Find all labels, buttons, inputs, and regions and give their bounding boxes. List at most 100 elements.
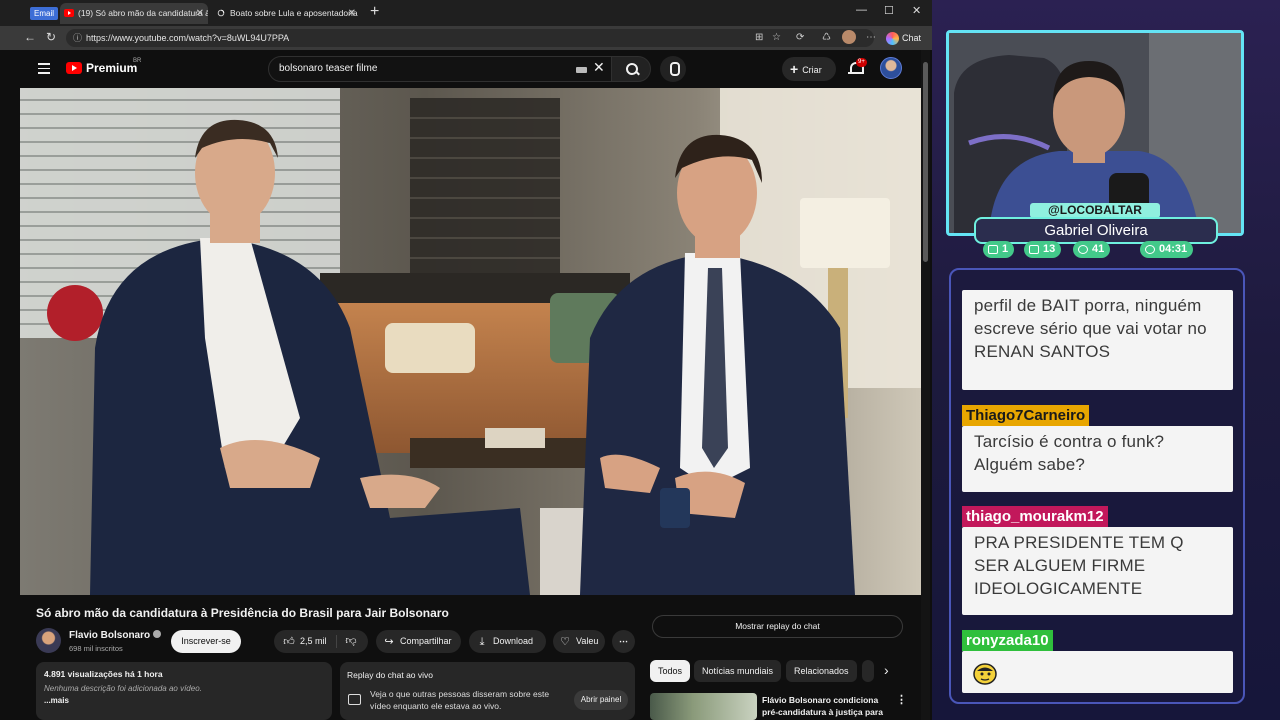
clear-search-icon[interactable]: ✕ [593,59,605,76]
copilot-chat-button[interactable]: Chat [886,30,921,46]
url-text: https://www.youtube.com/watch?v=8uWL94U7… [86,33,290,43]
stat-viewers-value: 41 [1092,243,1105,255]
recommended-thumbnail[interactable] [650,693,757,720]
notifications-badge: 9+ [856,58,867,67]
chip-all[interactable]: Todos [650,660,691,682]
chip-world-news[interactable]: Notícias mundiais [694,660,782,682]
site-info-icon[interactable]: ⓘ [73,29,82,47]
chevron-right-icon[interactable]: › [884,662,889,678]
clock-icon [1145,245,1155,254]
tab-boato[interactable]: Boato sobre Lula e aposentadoria ✕ [212,3,360,24]
keyboard-icon[interactable] [576,67,587,73]
chip-overflow[interactable] [862,660,874,682]
channel-avatar[interactable] [36,628,61,653]
create-button[interactable]: + Criar [782,57,836,81]
youtube-logo-icon[interactable] [66,62,82,74]
close-window-button[interactable]: ✕ [912,4,921,17]
profile-avatar-icon[interactable] [842,30,856,44]
download-icon: ⤓ [479,636,485,648]
page-scrollbar[interactable] [921,50,930,720]
more-actions-button[interactable]: ⋯ [612,630,635,653]
tab-bar: Email (19) Só abro mão da candidatura à … [0,0,932,26]
browser-window: Email (19) Só abro mão da candidatura à … [0,0,932,720]
share-button[interactable]: ↪ Compartilhar [376,630,461,653]
youtube-header: Premium BR bolsonaro teaser filme ✕ + Cri… [20,50,922,88]
thanks-button[interactable]: ♡ Valeu [553,630,605,653]
video-player[interactable] [20,88,921,595]
stat-chat: 1 [983,241,1015,258]
account-avatar[interactable] [880,57,902,79]
search-input[interactable]: bolsonaro teaser filme [268,56,616,82]
share-label: Compartilhar [400,636,452,646]
chat-message-text [962,651,1233,693]
chat-message-text: perfil de BAIT porra, ninguém escreve sé… [962,290,1233,390]
chat-bubble-icon [348,694,361,705]
region-code: BR [133,58,142,64]
chat-username: thiago_mourakm12 [962,506,1108,527]
refresh-icon[interactable]: ⟳ [796,32,804,43]
chat-replay-body: Veja o que outras pessoas disseram sobre… [370,689,550,711]
create-label: Criar [802,65,822,75]
tab-youtube[interactable]: (19) Só abro mão da candidatura à ✕ [60,3,208,24]
minimize-button[interactable]: — [856,4,867,16]
channel-name[interactable]: Flavio Bolsonaro [69,630,162,641]
chat-replay-card: Replay do chat ao vivo Veja o que outras… [340,662,635,720]
like-divider [336,635,337,648]
close-tab-icon[interactable]: ✕ [348,3,356,24]
youtube-favicon-icon [64,9,74,17]
tab-title: Boato sobre Lula e aposentadoria [230,8,358,18]
chip-related[interactable]: Relacionados [786,660,857,682]
chat-message-text: PRA PRESIDENTE TEM Q SER ALGUEM FIRME ID… [962,527,1233,615]
video-icon [1029,245,1039,254]
video-frame [20,88,921,595]
show-chat-replay-button[interactable]: Mostrar replay do chat [652,615,903,638]
chat-button-label: Chat [902,33,922,43]
copilot-icon [886,32,899,46]
thumbs-down-icon[interactable]: 👎︎ [344,630,358,653]
recommended-title[interactable]: Flávio Bolsonaro condiciona pré-candidat… [762,694,890,720]
maximize-button[interactable]: ☐ [884,4,894,17]
stat-video-value: 13 [1043,243,1056,255]
tab-title: (19) Só abro mão da candidatura à [78,8,208,18]
download-button[interactable]: ⤓ Download [469,630,546,653]
new-tab-button[interactable]: + [370,3,379,21]
share-arrow-icon: ↪ [384,636,394,648]
scrollbar-thumb[interactable] [923,62,928,262]
collections-icon[interactable]: ♺ [822,32,831,43]
chat-username: Thiago7Carneiro [962,405,1090,426]
page-favicon-icon [217,9,225,17]
url-field[interactable]: ⓘ https://www.youtube.com/watch?v=8uWL94… [66,29,874,47]
subscriber-count: 698 mil inscritos [69,644,123,653]
download-label: Download [493,636,534,646]
channel-name-text: Flavio Bolsonaro [69,630,151,641]
open-panel-button[interactable]: Abrir painel [574,690,628,710]
voice-search-icon[interactable] [660,56,686,82]
description-box[interactable]: 4.891 visualizações há 1 hora Nenhuma de… [36,662,332,720]
emote-icon [973,663,997,685]
back-icon[interactable]: ← [24,30,36,44]
youtube-brand[interactable]: Premium [86,61,137,75]
apps-icon[interactable]: ⊞ [755,32,763,43]
recommended-more-icon[interactable]: ⋮ [896,693,907,706]
stat-video: 13 [1024,241,1062,258]
streamer-name: Gabriel Oliveira [974,217,1218,244]
eye-icon [1078,245,1088,254]
thanks-label: Valeu [576,636,599,646]
show-more-link[interactable]: ...mais [44,696,324,705]
favorite-star-icon[interactable]: ☆ [772,32,781,43]
like-button[interactable]: 👍︎ 2,5 mil 👎︎ [274,630,368,653]
close-tab-icon[interactable]: ✕ [196,3,204,24]
chat-message-text: Tarcísio é contra o funk? Alguém sabe? [962,426,1233,492]
menu-icon[interactable] [38,63,50,77]
video-title: Só abro mão da candidatura à Presidência… [36,606,449,620]
stat-chat-value: 1 [1002,243,1009,255]
address-bar: ← ↻ ⓘ https://www.youtube.com/watch?v=8u… [0,26,932,50]
super-thanks-icon: ♡ [560,636,570,648]
search-button[interactable] [611,56,651,82]
stat-uptime-value: 04:31 [1159,243,1188,255]
settings-more-icon[interactable]: ⋯ [866,32,876,43]
email-tab-badge[interactable]: Email [30,7,59,20]
reload-icon[interactable]: ↻ [46,30,56,44]
subscribe-button[interactable]: Inscrever-se [171,630,241,653]
chat-username: ronyzada10 [962,630,1053,651]
